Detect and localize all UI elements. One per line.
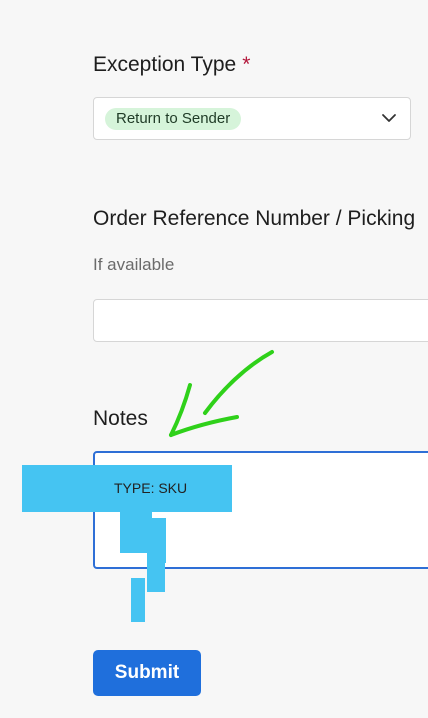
notes-text: TYPE: SKU — [114, 480, 188, 496]
annotation-arrow-icon — [169, 350, 274, 437]
submit-button[interactable]: Submit — [93, 650, 201, 696]
exception-type-label-text: Exception Type — [93, 53, 237, 76]
selected-value-chip: Return to Sender — [105, 108, 242, 130]
redaction-mark — [131, 578, 145, 622]
order-reference-input[interactable] — [93, 299, 428, 342]
redaction-mark — [147, 518, 166, 563]
exception-type-select[interactable]: Return to Sender — [93, 97, 411, 140]
notes-label: Notes — [93, 407, 148, 430]
required-marker: * — [242, 53, 251, 76]
exception-type-label: Exception Type * — [93, 53, 250, 77]
order-reference-helper: If available — [93, 255, 175, 274]
chevron-down-icon[interactable] — [380, 109, 398, 127]
redaction-mark — [147, 560, 165, 592]
order-reference-label: Order Reference Number / Picking — [93, 207, 416, 230]
